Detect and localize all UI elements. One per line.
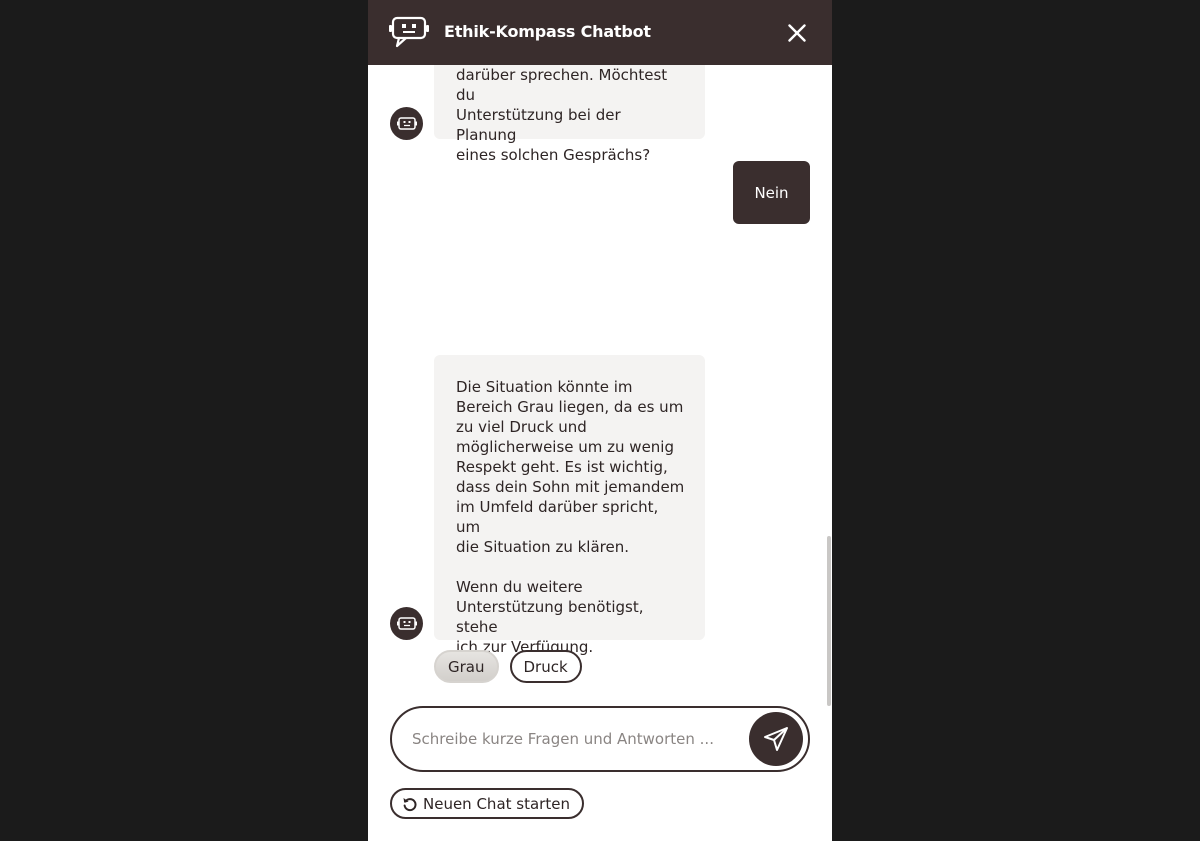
chat-title: Ethik-Kompass Chatbot (444, 22, 651, 41)
bot-message: Die Situation könnte im Bereich Grau lie… (434, 355, 705, 656)
user-message-text: Nein (754, 183, 789, 202)
send-icon (764, 727, 788, 751)
chat-window: Ethik-Kompass Chatbot darüber sprechen. … (368, 0, 832, 841)
close-icon (788, 24, 806, 42)
chip-druck[interactable]: Druck (509, 650, 582, 683)
bot-avatar (390, 107, 423, 140)
message-input[interactable] (412, 722, 732, 756)
scrollbar-thumb[interactable] (827, 536, 831, 706)
chatbot-icon (396, 116, 417, 130)
bot-message-text: Die Situation könnte im Bereich Grau lie… (456, 378, 685, 656)
new-chat-label: Neuen Chat starten (423, 794, 570, 813)
suggestion-chips: Grau Druck (434, 650, 582, 683)
chip-grau[interactable]: Grau (434, 650, 499, 683)
restart-icon (403, 797, 417, 811)
new-chat-button[interactable]: Neuen Chat starten (390, 788, 584, 819)
chatbot-icon (396, 616, 417, 630)
message-list[interactable]: darüber sprechen. Möchtest du Unterstütz… (368, 65, 832, 695)
send-button[interactable] (749, 712, 803, 766)
chatbot-icon (389, 16, 429, 48)
bot-avatar (390, 607, 423, 640)
bot-message-text: darüber sprechen. Möchtest du Unterstütz… (456, 66, 668, 164)
message-input-container (390, 706, 810, 772)
user-message: Nein (733, 161, 810, 224)
close-button[interactable] (782, 18, 812, 48)
bot-message: darüber sprechen. Möchtest du Unterstütz… (434, 65, 705, 164)
chat-header: Ethik-Kompass Chatbot (368, 0, 832, 65)
